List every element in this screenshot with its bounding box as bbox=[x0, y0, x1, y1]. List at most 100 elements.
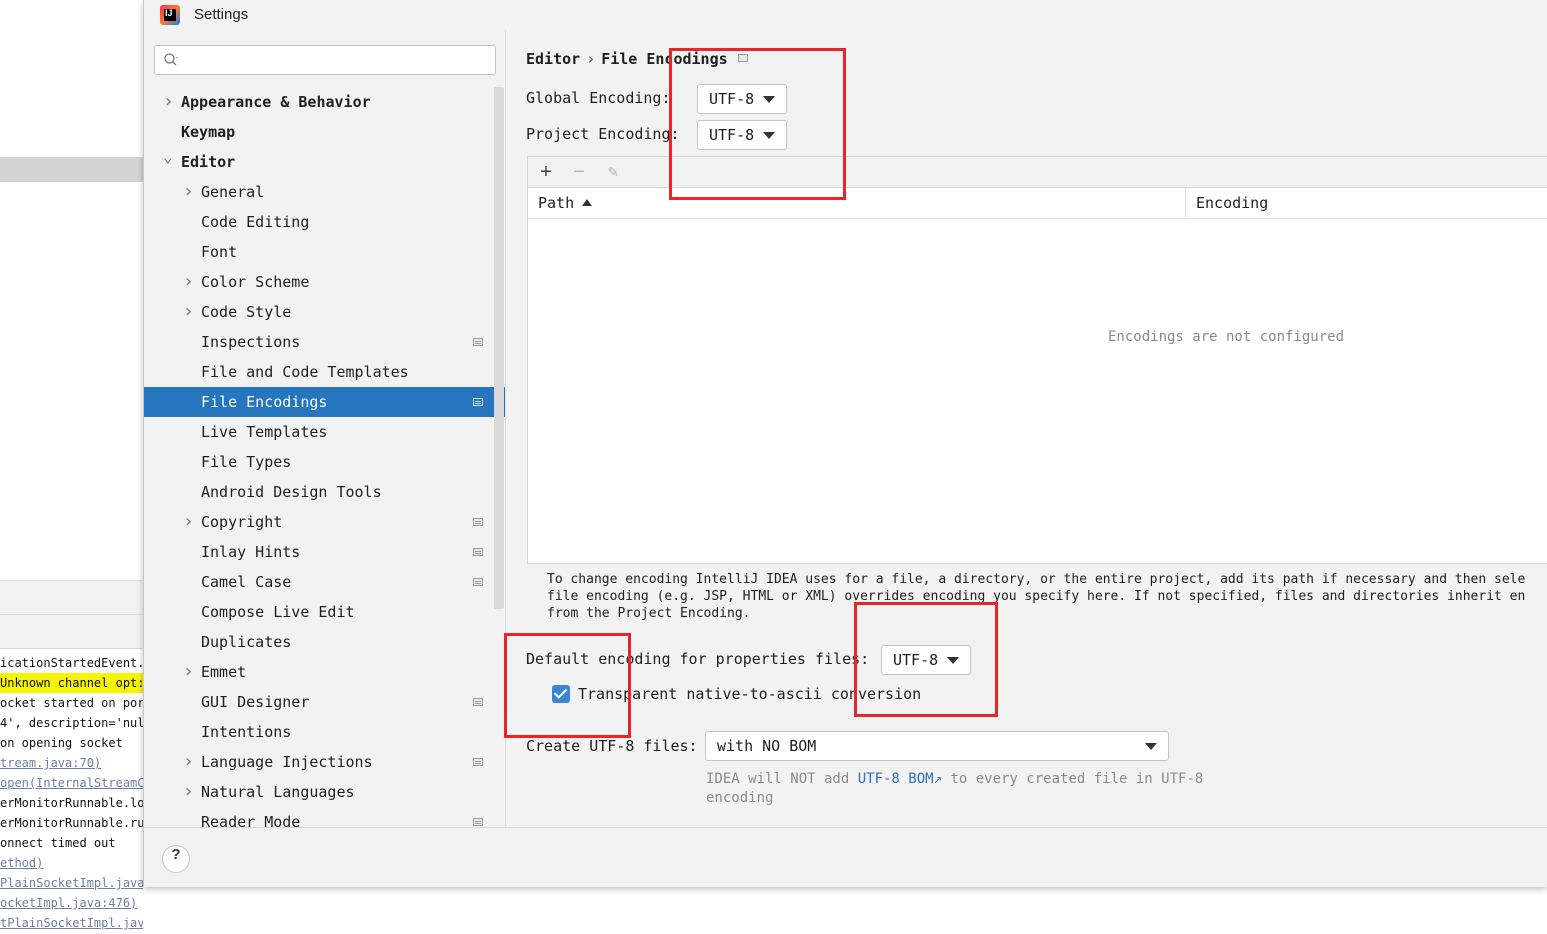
background-highlight-bar bbox=[0, 157, 143, 182]
create-utf8-label: Create UTF-8 files: bbox=[526, 737, 698, 755]
encoding-help-text: To change encoding IntelliJ IDEA uses fo… bbox=[547, 571, 1525, 622]
tree-item-inspections[interactable]: Inspections bbox=[144, 327, 505, 357]
column-header-path[interactable]: Path bbox=[528, 188, 1186, 219]
console-line: erMonitorRunnable.ru bbox=[0, 816, 143, 830]
dialog-title-bar: IJ Settings bbox=[144, 0, 1547, 30]
tree-item-live-templates[interactable]: Live Templates bbox=[144, 417, 505, 447]
utf8-bom-hint: IDEA will NOT add UTF-8 BOM↗ to every cr… bbox=[706, 770, 1203, 808]
console-line: erMonitorRunnable.lo bbox=[0, 796, 143, 810]
tree-item-intentions[interactable]: Intentions bbox=[144, 717, 505, 747]
project-settings-icon bbox=[473, 338, 483, 346]
tree-item-file-and-code-templates[interactable]: File and Code Templates bbox=[144, 357, 505, 387]
help-button[interactable]: ? bbox=[162, 845, 190, 873]
background-toolbar bbox=[0, 581, 143, 615]
annotation-box-properties-value bbox=[854, 602, 998, 717]
chevron-down-icon[interactable]: ⌄ bbox=[163, 142, 177, 172]
chevron-right-icon[interactable]: › bbox=[183, 267, 197, 297]
project-settings-icon bbox=[473, 818, 483, 826]
tree-item-label: Android Design Tools bbox=[201, 483, 382, 501]
chevron-right-icon[interactable]: › bbox=[183, 657, 197, 687]
intellij-idea-icon: IJ bbox=[160, 5, 180, 25]
tree-item-label: Font bbox=[201, 243, 238, 261]
utf8-bom-link[interactable]: UTF-8 BOM↗ bbox=[858, 771, 942, 787]
tree-item-label: Inlay Hints bbox=[201, 543, 301, 561]
breadcrumb-parent[interactable]: Editor bbox=[526, 50, 580, 68]
console-line: onnect timed out bbox=[0, 836, 116, 850]
edit-icon[interactable]: ✎ bbox=[602, 161, 624, 183]
remove-icon[interactable]: − bbox=[568, 161, 590, 183]
tree-item-file-types[interactable]: File Types bbox=[144, 447, 505, 477]
annotation-box-project-encodings bbox=[669, 48, 846, 200]
chevron-right-icon[interactable]: › bbox=[163, 87, 177, 117]
tree-item-label: Compose Live Edit bbox=[201, 603, 355, 621]
sort-ascending-icon bbox=[582, 199, 593, 206]
tree-item-code-style[interactable]: › Code Style bbox=[144, 297, 505, 327]
chevron-right-icon[interactable]: › bbox=[183, 747, 197, 777]
chevron-right-icon[interactable]: › bbox=[183, 177, 197, 207]
tree-item-reader-mode[interactable]: Reader Mode bbox=[144, 807, 505, 827]
tree-item-file-encodings[interactable]: File Encodings bbox=[144, 387, 505, 417]
console-line: 4', description='nul bbox=[0, 716, 143, 730]
tree-item-label: General bbox=[201, 183, 265, 201]
tree-item-editor[interactable]: ⌄ Editor bbox=[144, 147, 505, 177]
help-text-line: To change encoding IntelliJ IDEA uses fo… bbox=[547, 572, 1526, 587]
settings-search-input[interactable] bbox=[154, 45, 496, 75]
breadcrumb-separator: › bbox=[586, 50, 596, 68]
column-header-encoding[interactable]: Encoding bbox=[1186, 188, 1547, 219]
tree-item-label: Code Editing bbox=[201, 213, 310, 231]
console-line: ocket started on por bbox=[0, 696, 143, 710]
console-line[interactable]: tPlainSocketImpl.java:218) bbox=[0, 913, 143, 933]
table-empty-text: Encodings are not configured bbox=[1108, 329, 1345, 345]
help-text-line: file encoding (e.g. JSP, HTML or XML) ov… bbox=[547, 589, 1526, 604]
tree-item-label: Keymap bbox=[181, 123, 236, 141]
console-line: icationStartedEvent. bbox=[0, 656, 143, 670]
project-settings-icon bbox=[473, 758, 483, 766]
tree-item-color-scheme[interactable]: › Color Scheme bbox=[144, 267, 505, 297]
tree-item-appearance-behavior[interactable]: › Appearance & Behavior bbox=[144, 87, 505, 117]
create-utf8-combo[interactable]: with NO BOM bbox=[705, 731, 1169, 761]
console-line[interactable]: ocketImpl.java:476) bbox=[0, 893, 137, 913]
console-line[interactable]: ethod) bbox=[0, 853, 43, 873]
tree-item-duplicates[interactable]: Duplicates bbox=[144, 627, 505, 657]
project-settings-icon bbox=[473, 548, 483, 556]
window-title: Settings bbox=[194, 6, 249, 23]
tree-item-emmet[interactable]: › Emmet bbox=[144, 657, 505, 687]
chevron-right-icon[interactable]: › bbox=[183, 297, 197, 327]
tree-item-label: Live Templates bbox=[201, 423, 328, 441]
tree-item-general[interactable]: › General bbox=[144, 177, 505, 207]
tree-item-natural-languages[interactable]: › Natural Languages bbox=[144, 777, 505, 807]
tree-item-label: File Encodings bbox=[201, 393, 328, 411]
chevron-right-icon[interactable]: › bbox=[183, 777, 197, 807]
tree-item-label: Camel Case bbox=[201, 573, 292, 591]
tree-item-copyright[interactable]: › Copyright bbox=[144, 507, 505, 537]
tree-item-language-injections[interactable]: › Language Injections bbox=[144, 747, 505, 777]
tree-scrollbar[interactable] bbox=[494, 87, 504, 609]
tree-item-compose-live-edit[interactable]: Compose Live Edit bbox=[144, 597, 505, 627]
tree-item-label: Code Style bbox=[201, 303, 292, 321]
column-header-path-label: Path bbox=[538, 194, 575, 212]
tree-item-inlay-hints[interactable]: Inlay Hints bbox=[144, 537, 505, 567]
project-settings-icon bbox=[473, 398, 483, 406]
tree-item-android-design-tools[interactable]: Android Design Tools bbox=[144, 477, 505, 507]
tree-item-label: Natural Languages bbox=[201, 783, 355, 801]
tree-item-label: Appearance & Behavior bbox=[181, 93, 371, 111]
tree-item-keymap[interactable]: Keymap bbox=[144, 117, 505, 147]
tree-item-label: Intentions bbox=[201, 723, 292, 741]
tree-item-gui-designer[interactable]: GUI Designer bbox=[144, 687, 505, 717]
tree-item-label: Color Scheme bbox=[201, 273, 310, 291]
tree-item-camel-case[interactable]: Camel Case bbox=[144, 567, 505, 597]
create-utf8-value: with NO BOM bbox=[717, 737, 817, 755]
tree-item-label: File Types bbox=[201, 453, 292, 471]
utf8-hint-line2: encoding bbox=[706, 790, 774, 806]
console-line[interactable]: open(InternalStreamC bbox=[0, 773, 143, 793]
chevron-right-icon[interactable]: › bbox=[183, 507, 197, 537]
add-icon[interactable]: + bbox=[535, 161, 557, 183]
utf8-hint-suffix: to every created file in UTF-8 bbox=[942, 771, 1204, 787]
project-settings-icon bbox=[473, 698, 483, 706]
console-line[interactable]: tream.java:70) bbox=[0, 753, 101, 773]
tree-item-code-editing[interactable]: Code Editing bbox=[144, 207, 505, 237]
tree-item-label: Editor bbox=[181, 153, 236, 171]
global-encoding-label: Global Encoding: bbox=[526, 89, 671, 107]
tree-item-font[interactable]: Font bbox=[144, 237, 505, 267]
console-line[interactable]: PlainSocketImpl.java bbox=[0, 873, 143, 893]
